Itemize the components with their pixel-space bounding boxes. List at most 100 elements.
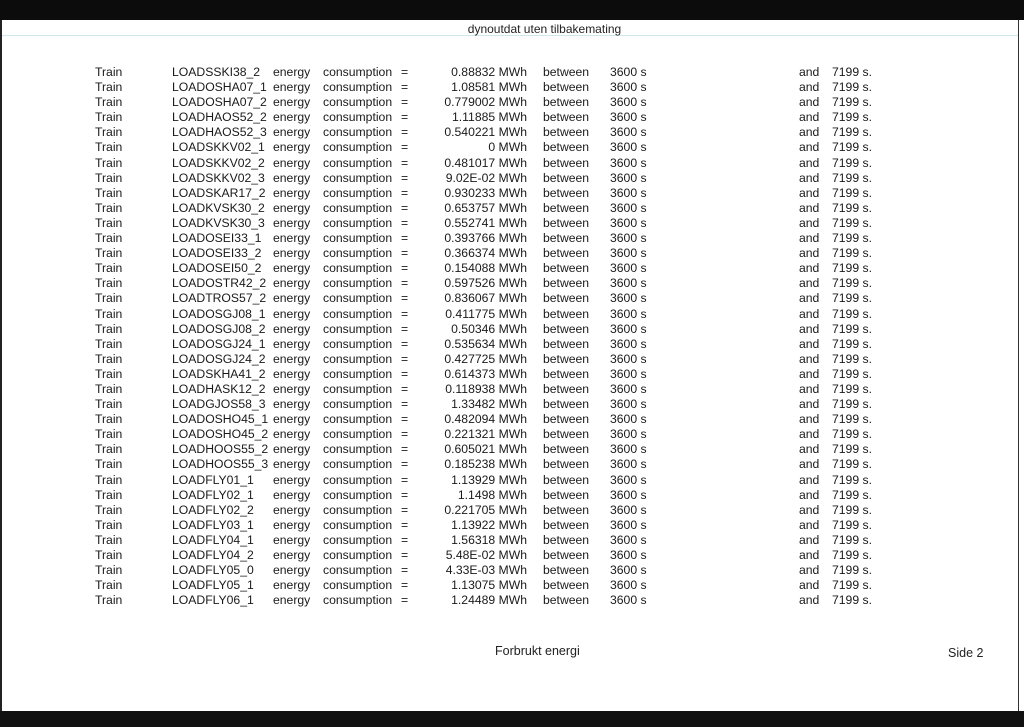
row-type: Train [95,548,123,562]
table-row: Train LOADOSEI33_2 energy consumption = 0.366… [2,246,1018,261]
energy-value: 9.02E-02 MWh [445,170,527,185]
and-label: and [799,110,820,125]
end-time: 7199 s. [832,95,872,110]
row-type: Train [95,155,123,170]
between-label: between [543,246,590,261]
end-time: 7199 s. [832,517,872,532]
energy-label: energy [273,563,311,578]
and-label: and [799,261,820,276]
equals-sign: = [401,276,409,291]
between-label: between [543,215,590,230]
and-label: and [799,563,820,578]
consumption-label: consumption [323,200,393,215]
table-row: Train LOADFLY05_0 energy consumption = 4.33E-… [2,563,1018,578]
and-label: and [799,306,820,321]
consumption-label: consumption [323,548,393,562]
between-label: between [543,457,590,472]
start-time: 3600 s [610,200,647,215]
start-time: 3600 s [610,397,647,412]
load-name: LOADFLY04_2 [172,548,254,562]
start-time: 3600 s [610,140,647,155]
row-type: Train [95,563,123,578]
consumption-label: consumption [323,321,393,336]
scan-border-bottom [0,711,1024,727]
load-name: LOADOSGJ08_2 [172,321,266,336]
start-time: 3600 s [610,336,647,351]
between-label: between [543,548,590,562]
start-time: 3600 s [610,276,647,291]
equals-sign: = [401,502,409,517]
and-label: and [799,381,820,396]
energy-value: 0.221705 MWh [444,502,527,517]
consumption-label: consumption [323,291,393,306]
table-row: Train LOADOSHO45_2 energy consumption = 0.221… [2,427,1018,442]
equals-sign: = [401,140,409,155]
between-label: between [543,502,590,517]
end-time: 7199 s. [832,246,872,261]
energy-value: 5.48E-02 MWh [445,548,527,562]
start-time: 3600 s [610,170,647,185]
load-name: LOADKVSK30_2 [172,200,265,215]
consumption-label: consumption [323,472,393,487]
row-type: Train [95,442,123,457]
load-name: LOADOSGJ24_1 [172,336,266,351]
load-name: LOADFLY02_2 [172,502,254,517]
energy-label: energy [273,593,311,608]
start-time: 3600 s [610,351,647,366]
table-row: Train LOADHAOS52_3 energy consumption = 0.540… [2,125,1018,140]
consumption-label: consumption [323,125,393,140]
start-time: 3600 s [610,548,647,562]
load-name: LOADSKKV02_3 [172,170,265,185]
energy-value: 1.56318 MWh [451,532,527,547]
consumption-label: consumption [323,593,393,608]
row-type: Train [95,215,123,230]
and-label: and [799,427,820,442]
energy-label: energy [273,336,311,351]
end-time: 7199 s. [832,336,872,351]
start-time: 3600 s [610,185,647,200]
table-row: Train LOADOSHA07_1 energy consumption = 1.085… [2,80,1018,95]
load-name: LOADHOOS55_3 [172,457,269,472]
and-label: and [799,397,820,412]
page-header-title: dynoutdat uten tilbakemating [467,22,622,36]
and-label: and [799,517,820,532]
consumption-label: consumption [323,351,393,366]
row-type: Train [95,351,123,366]
end-time: 7199 s. [832,215,872,230]
between-label: between [543,366,590,381]
between-label: between [543,170,590,185]
row-type: Train [95,65,123,79]
start-time: 3600 s [610,381,647,396]
energy-label: energy [273,457,311,472]
and-label: and [799,321,820,336]
load-name: LOADFLY03_1 [172,517,254,532]
energy-value: 0.185238 MWh [444,457,527,472]
end-time: 7199 s. [832,110,872,125]
scan-border-top [0,0,1024,20]
start-time: 3600 s [610,502,647,517]
consumption-label: consumption [323,215,393,230]
energy-label: energy [273,200,311,215]
end-time: 7199 s. [832,185,872,200]
row-type: Train [95,185,123,200]
start-time: 3600 s [610,246,647,261]
between-label: between [543,155,590,170]
start-time: 3600 s [610,291,647,306]
load-name: LOADOSEI33_2 [172,246,262,261]
equals-sign: = [401,366,409,381]
energy-label: energy [273,321,311,336]
and-label: and [799,200,820,215]
consumption-label: consumption [323,366,393,381]
and-label: and [799,578,820,593]
start-time: 3600 s [610,412,647,427]
energy-value: 0 MWh [488,140,527,155]
end-time: 7199 s. [832,412,872,427]
start-time: 3600 s [610,231,647,246]
and-label: and [799,487,820,502]
row-type: Train [95,246,123,261]
energy-label: energy [273,231,311,246]
start-time: 3600 s [610,215,647,230]
start-time: 3600 s [610,532,647,547]
between-label: between [543,412,590,427]
load-name: LOADSKHA41_2 [172,366,266,381]
